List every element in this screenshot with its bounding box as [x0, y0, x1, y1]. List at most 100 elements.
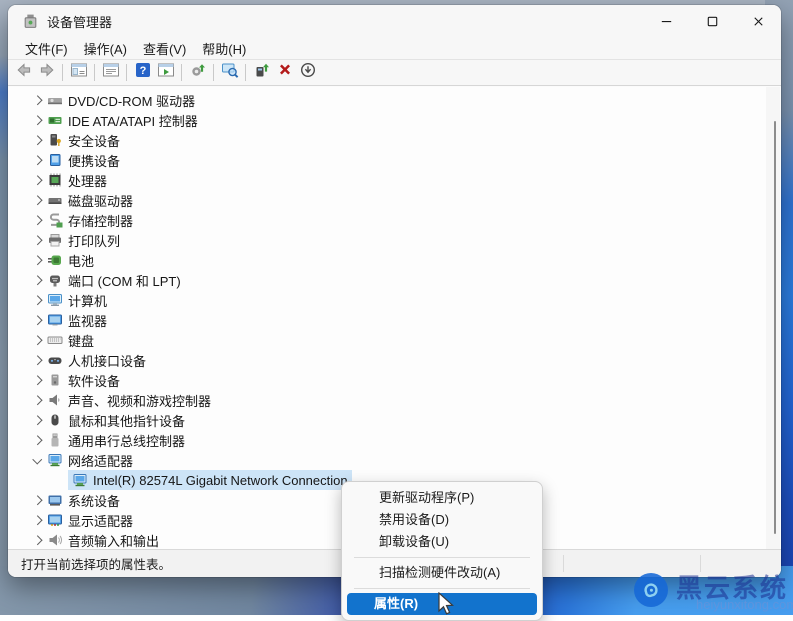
- ide-controller-icon: [47, 112, 63, 128]
- tree-item[interactable]: 打印队列: [8, 230, 781, 250]
- menu-file[interactable]: 文件(F): [17, 37, 76, 60]
- chevron-right-icon[interactable]: [30, 213, 45, 228]
- tree-item[interactable]: 端口 (COM 和 LPT): [8, 270, 781, 290]
- tree-item[interactable]: DVD/CD-ROM 驱动器: [8, 90, 781, 110]
- chevron-right-icon[interactable]: [30, 333, 45, 348]
- tree-item[interactable]: 电池: [8, 250, 781, 270]
- disable-device-button[interactable]: [296, 62, 319, 84]
- hid-icon: [47, 352, 63, 368]
- tree-item[interactable]: 鼠标和其他指针设备: [8, 410, 781, 430]
- audio-io-icon: [47, 532, 63, 548]
- battery-icon: [47, 252, 63, 268]
- menu-help[interactable]: 帮助(H): [194, 37, 254, 60]
- tree-item[interactable]: 安全设备: [8, 130, 781, 150]
- tree-item-label: 系统设备: [68, 491, 120, 510]
- help-icon: ?: [134, 61, 152, 84]
- scan-hardware-button[interactable]: [186, 62, 209, 84]
- keyboard-icon: [47, 332, 63, 348]
- chevron-right-icon[interactable]: [30, 373, 45, 388]
- action-pane-button[interactable]: [154, 62, 177, 84]
- minimize-button[interactable]: [643, 5, 689, 37]
- tree-item[interactable]: 处理器: [8, 170, 781, 190]
- scrollbar-track[interactable]: [766, 87, 780, 549]
- tree-item[interactable]: 便携设备: [8, 150, 781, 170]
- search-devices-icon: [221, 61, 239, 84]
- chevron-right-icon[interactable]: [30, 433, 45, 448]
- chevron-right-icon[interactable]: [30, 233, 45, 248]
- forward-icon: [38, 61, 56, 84]
- software-device-icon: [47, 372, 63, 388]
- tree-item-label: 监视器: [68, 311, 107, 330]
- storage-controller-icon: [47, 212, 63, 228]
- toolbar-separator: [245, 64, 246, 81]
- chevron-right-icon[interactable]: [30, 533, 45, 548]
- tree-item[interactable]: 键盘: [8, 330, 781, 350]
- window-title: 设备管理器: [47, 12, 112, 31]
- console-tree-button[interactable]: [67, 62, 90, 84]
- chevron-right-icon[interactable]: [30, 313, 45, 328]
- usb-controller-icon: [47, 432, 63, 448]
- print-queue-icon: [47, 232, 63, 248]
- search-devices-button[interactable]: [218, 62, 241, 84]
- properties-window-button[interactable]: [99, 62, 122, 84]
- computer-icon: [47, 292, 63, 308]
- context-menu-item[interactable]: 扫描检测硬件改动(A): [347, 562, 537, 584]
- context-menu-item[interactable]: 禁用设备(D): [347, 509, 537, 531]
- menu-action[interactable]: 操作(A): [76, 37, 135, 60]
- close-button[interactable]: [735, 5, 781, 37]
- back-button[interactable]: [12, 62, 35, 84]
- help-button[interactable]: ?: [131, 62, 154, 84]
- chevron-right-icon[interactable]: [30, 513, 45, 528]
- sound-controller-icon: [47, 392, 63, 408]
- chevron-right-icon[interactable]: [30, 173, 45, 188]
- tree-item[interactable]: 声音、视频和游戏控制器: [8, 390, 781, 410]
- context-menu-item[interactable]: 卸载设备(U): [347, 531, 537, 553]
- tree-item[interactable]: 通用串行总线控制器: [8, 430, 781, 450]
- tree-item[interactable]: 存储控制器: [8, 210, 781, 230]
- disable-device-icon: [299, 61, 317, 84]
- chevron-right-icon[interactable]: [30, 353, 45, 368]
- portable-device-icon: [47, 152, 63, 168]
- chevron-right-icon[interactable]: [30, 253, 45, 268]
- chevron-right-icon[interactable]: [30, 493, 45, 508]
- chevron-right-icon[interactable]: [30, 113, 45, 128]
- properties-window-icon: [102, 61, 120, 84]
- forward-button[interactable]: [35, 62, 58, 84]
- status-divider: [563, 555, 564, 572]
- context-menu-item[interactable]: 更新驱动程序(P): [347, 487, 537, 509]
- scrollbar-thumb[interactable]: [774, 121, 777, 534]
- update-driver-button[interactable]: [250, 62, 273, 84]
- status-divider: [700, 555, 701, 572]
- console-tree-icon: [70, 61, 88, 84]
- chevron-right-icon[interactable]: [30, 413, 45, 428]
- update-driver-icon: [253, 61, 271, 84]
- tree-item[interactable]: 监视器: [8, 310, 781, 330]
- uninstall-device-button[interactable]: [273, 62, 296, 84]
- device-tree: DVD/CD-ROM 驱动器IDE ATA/ATAPI 控制器安全设备便携设备处…: [8, 87, 781, 549]
- tree-item[interactable]: IDE ATA/ATAPI 控制器: [8, 110, 781, 130]
- tree-item-label: 打印队列: [68, 231, 120, 250]
- tree-item[interactable]: 计算机: [8, 290, 781, 310]
- toolbar-separator: [126, 64, 127, 81]
- mouse-cursor: [437, 592, 455, 618]
- tree-item[interactable]: 人机接口设备: [8, 350, 781, 370]
- menu-view[interactable]: 查看(V): [135, 37, 194, 60]
- svg-text:?: ?: [139, 65, 146, 77]
- chevron-right-icon[interactable]: [30, 153, 45, 168]
- chevron-down-icon[interactable]: [30, 453, 45, 468]
- chevron-right-icon[interactable]: [30, 193, 45, 208]
- tree-item[interactable]: 磁盘驱动器: [8, 190, 781, 210]
- tree-item[interactable]: 软件设备: [8, 370, 781, 390]
- chevron-right-icon[interactable]: [30, 293, 45, 308]
- tree-item-label: Intel(R) 82574L Gigabit Network Connecti…: [93, 473, 348, 488]
- tree-item-label: 通用串行总线控制器: [68, 431, 185, 450]
- tree-item[interactable]: 网络适配器: [8, 450, 781, 470]
- chevron-right-icon[interactable]: [30, 93, 45, 108]
- maximize-button[interactable]: [689, 5, 735, 37]
- chevron-right-icon[interactable]: [30, 133, 45, 148]
- tree-item-label: 电池: [68, 251, 94, 270]
- chevron-right-icon[interactable]: [30, 273, 45, 288]
- tree-item-label: 显示适配器: [68, 511, 133, 530]
- chevron-right-icon[interactable]: [30, 393, 45, 408]
- action-pane-icon: [157, 61, 175, 84]
